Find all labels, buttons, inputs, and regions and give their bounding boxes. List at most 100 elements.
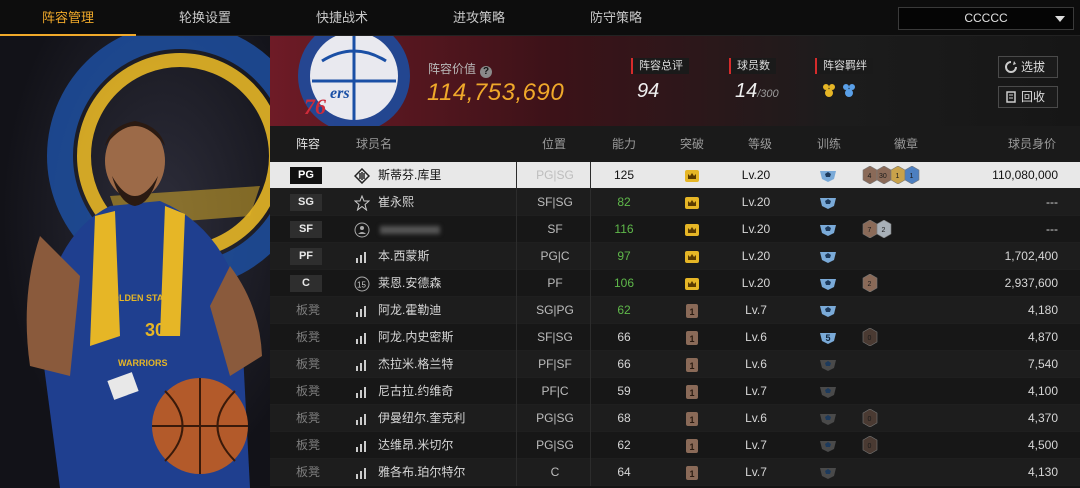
col-ability[interactable]: 能力	[612, 126, 636, 162]
col-position[interactable]: 位置	[542, 126, 566, 162]
svg-text:0: 0	[868, 416, 872, 423]
tab-2[interactable]: 快捷战术	[274, 0, 410, 36]
table-row[interactable]: 板凳 阿龙.内史密斯 SF|SG 66 1 Lv.6 5 0 4,870	[270, 324, 1080, 351]
training-icon[interactable]	[818, 437, 838, 453]
player-level: Lv.7	[745, 438, 767, 452]
team-dropdown-value: CCCCC	[964, 11, 1008, 25]
recycle-button[interactable]: 回收	[998, 86, 1058, 108]
breakthrough-level-icon: 1	[686, 412, 698, 426]
lineup-value: 114,753,690	[427, 79, 565, 106]
training-icon[interactable]	[818, 383, 838, 399]
player-position: SF|SG	[537, 330, 573, 344]
table-row[interactable]: SF SF 116 Lv.20 7 2 ---	[270, 216, 1080, 243]
pick-button[interactable]: 选拔	[998, 56, 1058, 78]
tab-3[interactable]: 进攻策略	[411, 0, 547, 36]
crown-icon	[685, 224, 699, 236]
player-position: SG|PG	[536, 303, 574, 317]
table-row[interactable]: PG 斯蒂芬.库里 PG|SG 125 Lv.20 4 30 1 1 110,080,000	[270, 162, 1080, 189]
player-ability: 116	[614, 222, 634, 236]
76ers-logo-icon: 76 ers	[298, 36, 410, 126]
training-icon[interactable]: 5	[818, 329, 838, 345]
crown-icon	[685, 251, 699, 263]
col-breakthrough[interactable]: 突破	[680, 126, 704, 162]
player-ability: 59	[617, 384, 631, 398]
player-value: 110,080,000	[992, 168, 1058, 182]
player-value: 2,937,600	[1004, 276, 1058, 290]
jersey-label-text: WARRIORS	[118, 358, 168, 368]
table-row[interactable]: SG 崔永熙 SF|SG 82 Lv.20 ---	[270, 189, 1080, 216]
player-ability: 64	[617, 465, 631, 479]
training-icon[interactable]	[818, 356, 838, 372]
lineup-slot-badge: SF	[290, 221, 322, 238]
bond-gold-icon[interactable]	[821, 82, 837, 98]
training-icon[interactable]	[818, 194, 838, 210]
player-ability: 66	[617, 357, 631, 371]
player-level: Lv.7	[745, 465, 767, 479]
svg-text:1: 1	[690, 307, 695, 317]
recycle-button-label: 回收	[1021, 90, 1046, 104]
bench-label: 板凳	[296, 438, 321, 452]
table-row[interactable]: 板凳 伊曼纽尔.奎克利 PG|SG 68 1 Lv.6 0 4,370	[270, 405, 1080, 432]
jersey-team-text: GOLDEN STATE	[105, 293, 174, 303]
player-value: 1,702,400	[1004, 249, 1058, 263]
player-name: 莱恩.安德森	[378, 276, 442, 290]
column-divider	[590, 405, 591, 432]
table-row[interactable]: 板凳 达维昂.米切尔 PG|SG 62 1 Lv.7 0 4,500	[270, 432, 1080, 459]
col-lineup[interactable]: 阵容	[296, 126, 320, 162]
tab-4[interactable]: 防守策略	[548, 0, 684, 36]
table-row[interactable]: PF 本.西蒙斯 PG|C 97 Lv.20 1,702,400	[270, 243, 1080, 270]
col-training[interactable]: 训练	[817, 126, 841, 162]
team-dropdown[interactable]: CCCCC	[898, 7, 1074, 30]
svg-text:76: 76	[304, 94, 326, 119]
badge-hex-icon: 2	[876, 220, 892, 238]
svg-text:1: 1	[690, 469, 695, 479]
table-row[interactable]: 板凳 雅各布.珀尔特尔 C 64 1 Lv.7 4,130	[270, 459, 1080, 486]
help-icon[interactable]: ?	[480, 66, 493, 78]
bars-icon	[354, 465, 370, 481]
column-divider	[590, 351, 591, 378]
player-value: 4,870	[1027, 330, 1058, 344]
breakthrough-level-icon: 1	[686, 466, 698, 480]
player-level: Lv.6	[745, 330, 767, 344]
player-name: 斯蒂芬.库里	[378, 168, 442, 182]
training-icon[interactable]	[818, 302, 838, 318]
training-icon[interactable]	[818, 221, 838, 237]
player-ability: 82	[617, 195, 631, 209]
table-row[interactable]: 板凳 尼古拉.约维奇 PF|C 59 1 Lv.7 4,100	[270, 378, 1080, 405]
col-badges[interactable]: 徽章	[894, 126, 918, 162]
svg-text:1: 1	[690, 334, 695, 344]
column-divider	[516, 243, 517, 270]
svg-text:1: 1	[910, 173, 914, 180]
col-name[interactable]: 球员名	[356, 126, 392, 162]
jersey-number-text: 30	[145, 320, 165, 340]
bond-blue-icon[interactable]	[841, 82, 857, 98]
training-icon[interactable]	[818, 410, 838, 426]
breakthrough-level-icon: 1	[686, 304, 698, 318]
svg-text:2: 2	[868, 281, 872, 288]
tab-1[interactable]: 轮换设置	[137, 0, 273, 36]
number-15-icon: 15	[354, 276, 370, 292]
bars-icon	[354, 438, 370, 454]
player-ability: 62	[617, 303, 631, 317]
training-icon[interactable]	[818, 464, 838, 480]
training-icon[interactable]	[818, 275, 838, 291]
table-row[interactable]: C 15 莱恩.安德森 PF 106 Lv.20 2 2,937,600	[270, 270, 1080, 297]
breakthrough-level-icon: 1	[686, 385, 698, 399]
column-divider	[590, 459, 591, 486]
column-divider	[590, 378, 591, 405]
top-nav: 阵容管理 轮换设置 快捷战术 进攻策略 防守策略 CCCCC	[0, 0, 1080, 36]
training-icon[interactable]	[818, 167, 838, 183]
player-level: Lv.6	[745, 357, 767, 371]
refresh-icon	[1005, 61, 1017, 73]
table-row[interactable]: 板凳 杰拉米.格兰特 PF|SF 66 1 Lv.6 7,540	[270, 351, 1080, 378]
player-name: 本.西蒙斯	[378, 249, 430, 263]
col-level[interactable]: 等级	[748, 126, 772, 162]
training-icon[interactable]	[818, 248, 838, 264]
tab-0[interactable]: 阵容管理	[0, 0, 136, 36]
table-header: 阵容 球员名 位置 能力 突破 等级 训练 徽章 球员身价	[270, 126, 1080, 162]
crown-icon	[685, 170, 699, 182]
col-value[interactable]: 球员身价	[1008, 126, 1056, 162]
crown-icon	[685, 197, 699, 209]
svg-text:30: 30	[879, 173, 887, 180]
table-row[interactable]: 板凳 阿龙.霍勒迪 SG|PG 62 1 Lv.7 4,180	[270, 297, 1080, 324]
